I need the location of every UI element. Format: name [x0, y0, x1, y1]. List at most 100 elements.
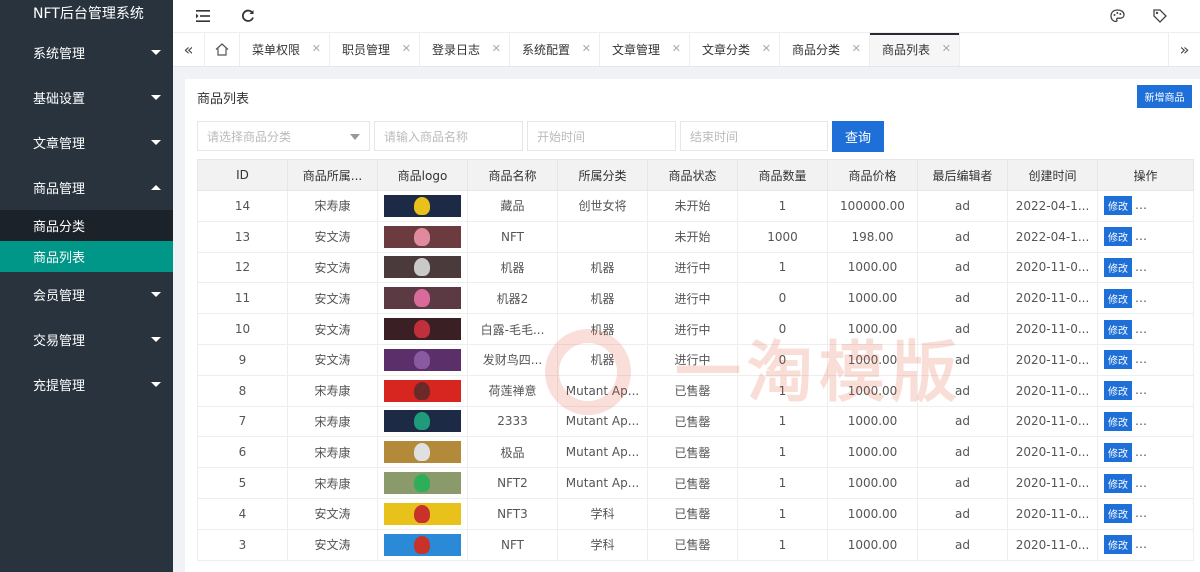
menu-deposits[interactable]: 充提管理: [0, 362, 173, 407]
edit-button[interactable]: 修改: [1104, 442, 1132, 462]
edit-button[interactable]: 修改: [1104, 350, 1132, 370]
tab-system-config[interactable]: 系统配置 ✕: [510, 33, 600, 66]
col-header[interactable]: 创建时间: [1007, 159, 1098, 191]
edit-button[interactable]: 修改: [1104, 473, 1132, 493]
add-product-button[interactable]: 新增商品: [1137, 85, 1192, 108]
col-header[interactable]: 最后编辑者: [917, 159, 1008, 191]
tab-scroll-left-icon[interactable]: «: [173, 33, 205, 66]
edit-button[interactable]: 修改: [1104, 535, 1132, 555]
col-header[interactable]: 商品价格: [827, 159, 918, 191]
edit-button[interactable]: 修改: [1104, 227, 1132, 247]
palette-icon[interactable]: [1107, 6, 1127, 26]
product-logo-image: [384, 318, 461, 341]
tab-product-category[interactable]: 商品分类 ✕: [780, 33, 870, 66]
cell-editor: ad: [917, 467, 1008, 499]
more-actions-icon[interactable]: …: [1135, 229, 1147, 243]
close-icon[interactable]: ✕: [402, 42, 411, 55]
tab-menu-permissions[interactable]: 菜单权限 ✕: [240, 33, 330, 66]
product-logo-figure: [414, 289, 430, 308]
menu-basic-settings[interactable]: 基础设置: [0, 75, 173, 120]
submenu-product-category[interactable]: 商品分类: [0, 210, 173, 241]
more-actions-icon[interactable]: …: [1135, 537, 1147, 551]
more-actions-icon[interactable]: …: [1135, 476, 1147, 490]
cell-owner: 安文涛: [287, 282, 378, 315]
more-actions-icon[interactable]: …: [1135, 260, 1147, 274]
caret-down-icon: [151, 292, 161, 297]
edit-button[interactable]: 修改: [1104, 257, 1132, 277]
more-actions-icon[interactable]: …: [1135, 445, 1147, 459]
col-header[interactable]: 所属分类: [557, 159, 648, 191]
more-actions-icon[interactable]: …: [1135, 198, 1147, 212]
menu-members[interactable]: 会员管理: [0, 272, 173, 317]
edit-button[interactable]: 修改: [1104, 381, 1132, 401]
table-row: 12 安文涛 机器 机器 进行中 1 1000.00 ad 2020-11-0... 修改…: [197, 251, 1194, 284]
tab-label: 菜单权限: [252, 43, 301, 57]
close-icon[interactable]: ✕: [312, 42, 321, 55]
cell-created: 2020-11-0...: [1007, 405, 1098, 438]
more-actions-icon[interactable]: …: [1135, 322, 1147, 336]
close-icon[interactable]: ✕: [762, 42, 771, 55]
refresh-icon[interactable]: [238, 6, 258, 26]
search-button[interactable]: 查询: [832, 121, 884, 152]
close-icon[interactable]: ✕: [492, 42, 501, 55]
menu-fold-icon[interactable]: [193, 6, 213, 26]
cell-logo: [377, 528, 468, 561]
col-header[interactable]: 商品数量: [737, 159, 828, 191]
cell-logo: [377, 282, 468, 315]
col-header[interactable]: 商品所属...: [287, 159, 378, 191]
close-icon[interactable]: ✕: [942, 42, 951, 55]
edit-button[interactable]: 修改: [1104, 319, 1132, 339]
cell-owner: 安文涛: [287, 343, 378, 376]
cell-qty: 1: [737, 467, 828, 499]
table-row: 3 安文涛 NFT 学科 已售罄 1 1000.00 ad 2020-11-0... 修改…: [197, 528, 1194, 561]
home-tab-icon[interactable]: [205, 33, 240, 66]
col-header[interactable]: 操作: [1097, 159, 1194, 191]
tab-product-list[interactable]: 商品列表 ✕: [870, 33, 960, 66]
category-select[interactable]: 请选择商品分类: [197, 121, 370, 151]
submenu-product-list[interactable]: 商品列表: [0, 241, 173, 272]
tab-staff[interactable]: 职员管理 ✕: [330, 33, 420, 66]
cell-price: 1000.00: [827, 343, 918, 376]
tab-articles[interactable]: 文章管理 ✕: [600, 33, 690, 66]
edit-button[interactable]: 修改: [1104, 288, 1132, 308]
product-logo-figure: [414, 535, 430, 554]
tag-icon[interactable]: [1150, 6, 1170, 26]
more-actions-icon[interactable]: …: [1135, 414, 1147, 428]
edit-button[interactable]: 修改: [1104, 504, 1132, 524]
cell-qty: 1: [737, 528, 828, 561]
edit-button[interactable]: 修改: [1104, 411, 1132, 431]
cell-name: 发财鸟四...: [467, 343, 558, 376]
cell-id: 5: [197, 467, 288, 499]
col-header[interactable]: 商品状态: [647, 159, 738, 191]
menu-articles[interactable]: 文章管理: [0, 120, 173, 165]
tab-login-log[interactable]: 登录日志 ✕: [420, 33, 510, 66]
menu-products[interactable]: 商品管理: [0, 165, 173, 210]
more-actions-icon[interactable]: …: [1135, 291, 1147, 305]
close-icon[interactable]: ✕: [582, 42, 591, 55]
cell-name: 极品: [467, 436, 558, 469]
more-actions-icon[interactable]: …: [1135, 383, 1147, 397]
close-icon[interactable]: ✕: [672, 42, 681, 55]
tab-article-category[interactable]: 文章分类 ✕: [690, 33, 780, 66]
more-actions-icon[interactable]: …: [1135, 352, 1147, 366]
cell-logo: [377, 220, 468, 253]
table-row: 8 宋寿康 荷莲禅意 Mutant Ap... 已售罄 1 1000.00 ad 2020-11…: [197, 374, 1194, 407]
col-header[interactable]: 商品名称: [467, 159, 558, 191]
start-time-input[interactable]: 开始时间: [527, 121, 676, 151]
tab-scroll-right-icon[interactable]: »: [1168, 33, 1200, 66]
menu-system[interactable]: 系统管理: [0, 30, 173, 75]
menu-label: 文章管理: [33, 137, 86, 152]
close-icon[interactable]: ✕: [852, 42, 861, 55]
tab-label: 商品列表: [882, 43, 931, 57]
cell-status: 进行中: [647, 343, 738, 376]
tabs-bar: « 菜单权限 ✕ 职员管理 ✕ 登录日志 ✕ 系统配置 ✕ 文章管理 ✕ 文章分类 ✕ 商品…: [173, 33, 1200, 67]
edit-button[interactable]: 修改: [1104, 196, 1132, 216]
end-time-input[interactable]: 结束时间: [680, 121, 828, 151]
col-header[interactable]: ID: [197, 159, 288, 191]
table-row: 6 宋寿康 极品 Mutant Ap... 已售罄 1 1000.00 ad 2020-11-0…: [197, 436, 1194, 469]
more-actions-icon[interactable]: …: [1135, 506, 1147, 520]
product-name-input[interactable]: 请输入商品名称: [374, 121, 523, 151]
menu-label: 基础设置: [33, 92, 86, 107]
menu-trades[interactable]: 交易管理: [0, 317, 173, 362]
col-header[interactable]: 商品logo: [377, 159, 468, 191]
